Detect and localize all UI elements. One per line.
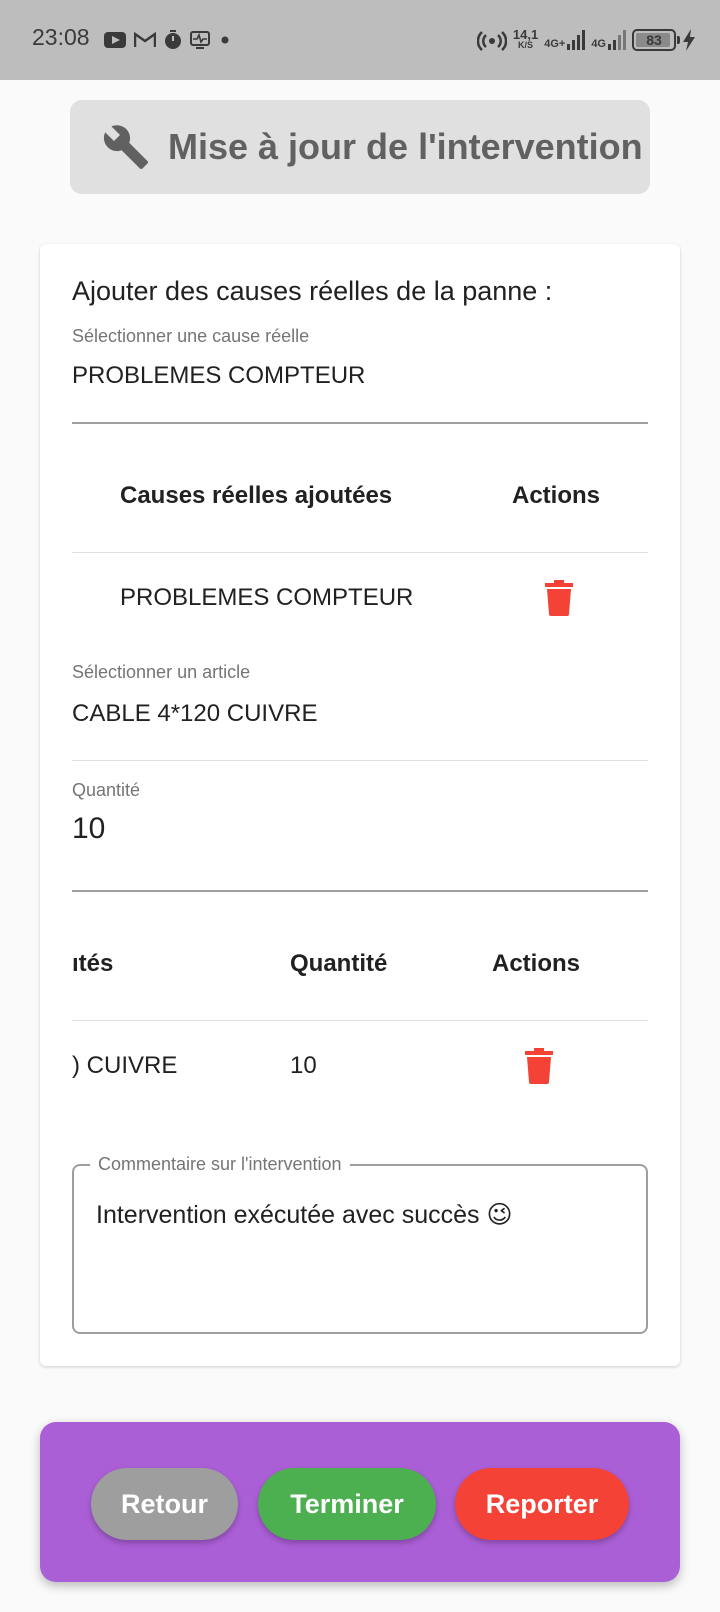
trash-icon[interactable] <box>545 580 573 616</box>
cause-select-label: Sélectionner une cause réelle <box>72 326 310 346</box>
article-row-name: ) CUIVRE <box>72 1052 178 1079</box>
causes-header-actions: Actions <box>512 482 601 509</box>
comment-label: Commentaire sur l'intervention <box>90 1154 350 1175</box>
signal-icon <box>608 30 626 50</box>
articles-table[interactable]: ıtés Quantité Actions ) CUIVRE 10 <box>72 892 648 1102</box>
quantity-value: 10 <box>72 812 106 845</box>
notification-icons <box>104 26 232 54</box>
causes-header-cause: Causes réelles ajoutées <box>120 482 393 509</box>
articles-header-actions: Actions <box>492 950 581 977</box>
causes-header-divider <box>72 552 648 553</box>
bottom-action-bar: Retour Terminer Reporter <box>40 1422 680 1582</box>
charging-icon <box>683 29 695 51</box>
finish-button[interactable]: Terminer <box>258 1468 436 1540</box>
timer-icon <box>165 30 181 49</box>
article-select-value: CABLE 4*120 CUIVRE <box>72 700 318 727</box>
articles-header-article: ıtés <box>72 950 114 977</box>
articles-header-divider <box>72 1020 648 1021</box>
causes-table: Causes réelles ajoutées Actions PROBLEME… <box>72 424 648 634</box>
trash-icon[interactable] <box>525 1048 553 1084</box>
network-speed-value: 14,1 <box>512 27 539 42</box>
comment-field[interactable]: Commentaire sur l'intervention Intervent… <box>72 1154 648 1334</box>
article-select[interactable]: Sélectionner un article CABLE 4*120 CUIV… <box>72 656 648 762</box>
wrench-icon <box>103 125 148 169</box>
back-button[interactable]: Retour <box>91 1468 238 1540</box>
cause-select[interactable]: Sélectionner une cause réelle PROBLEMES … <box>72 320 648 424</box>
report-button[interactable]: Reporter <box>455 1468 629 1540</box>
causes-section-title: Ajouter des causes réelles de la panne : <box>72 276 553 306</box>
intervention-card: Ajouter des causes réelles de la panne :… <box>40 244 680 1366</box>
battery-indicator: 83 <box>632 29 680 51</box>
cause-row-label: PROBLEMES COMPTEUR <box>120 584 414 611</box>
articles-header-quantity: Quantité <box>290 950 388 977</box>
article-select-label: Sélectionner un article <box>72 662 251 682</box>
quantity-input[interactable]: Quantité 10 <box>72 780 648 892</box>
signal-4g: 4G <box>591 30 626 50</box>
cause-select-value: PROBLEMES COMPTEUR <box>72 362 366 389</box>
signal-icon <box>567 30 586 50</box>
page-title: Mise à jour de l'intervention <box>168 126 643 167</box>
network-speed: 14,1 K/S <box>512 27 539 51</box>
header-banner: Mise à jour de l'intervention <box>70 100 650 194</box>
youtube-icon <box>104 32 126 48</box>
status-bar: 23:08 14,1 K/S 4G+ 4G 83 <box>0 0 720 80</box>
gmail-icon <box>134 32 156 47</box>
dot-icon <box>221 36 229 44</box>
comment-value: Intervention exécutée avec succès 😉 <box>96 1201 513 1229</box>
system-icons: 14,1 K/S 4G+ 4G 83 <box>476 22 696 58</box>
network-b-label: 4G <box>591 38 606 50</box>
article-select-underline <box>72 760 648 761</box>
quantity-label: Quantité <box>72 780 141 800</box>
status-time: 23:08 <box>32 24 90 50</box>
article-row-quantity: 10 <box>290 1052 317 1079</box>
network-a-label: 4G+ <box>544 38 566 50</box>
battery-level: 83 <box>646 32 662 48</box>
hotspot-icon <box>476 31 507 51</box>
activity-icon <box>190 31 210 49</box>
signal-4g-plus: 4G+ <box>544 30 586 50</box>
